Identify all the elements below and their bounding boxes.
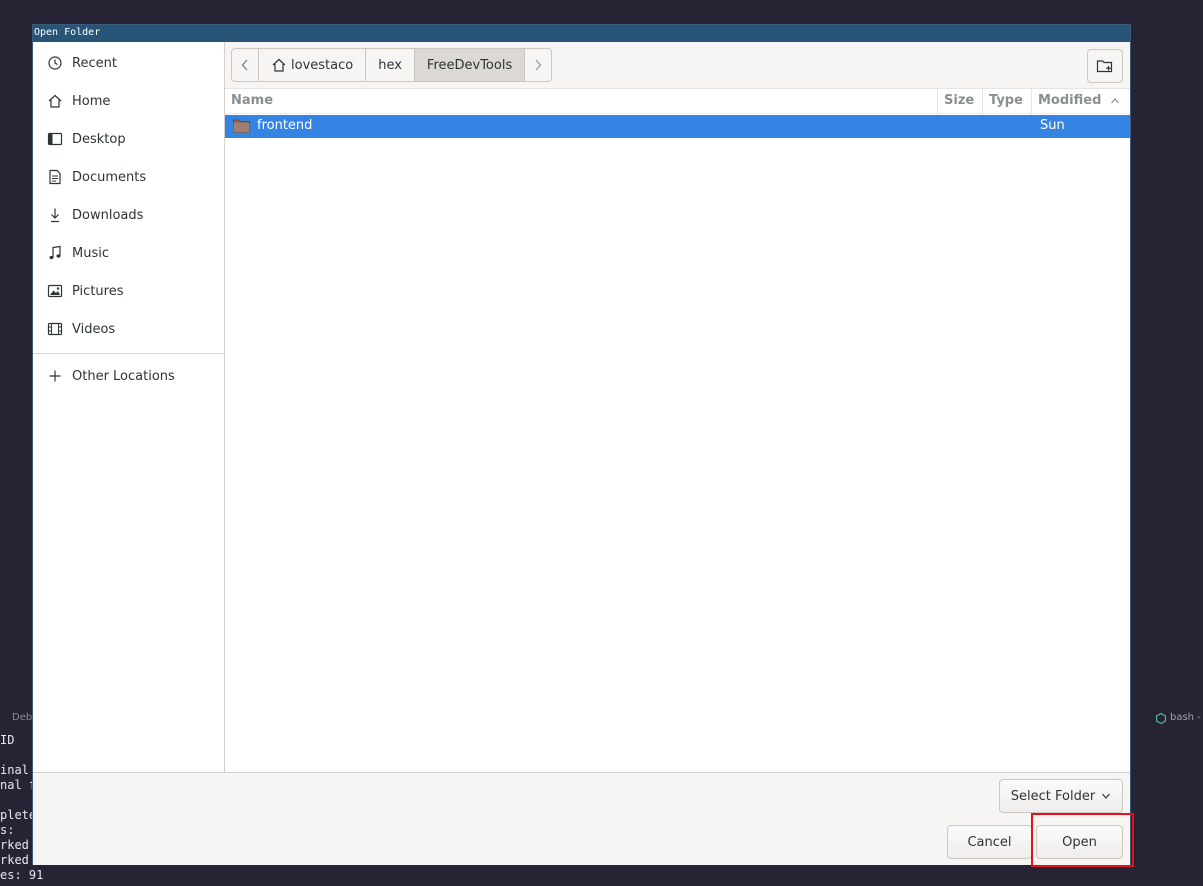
clock-icon [47,55,63,71]
breadcrumb-item[interactable]: hex [366,49,415,81]
sidebar-item-downloads[interactable]: Downloads [33,198,224,232]
picture-icon [47,283,63,299]
bash-icon [1156,713,1166,724]
file-row[interactable]: frontend Sun [225,115,1130,138]
terminal-line: ID [0,733,15,747]
breadcrumb-label: lovestaco [291,57,354,73]
terminal-line: es: 91 [0,868,44,882]
cancel-button[interactable]: Cancel [947,825,1032,859]
file-modified: Sun [1040,118,1065,133]
sidebar-item-other-locations[interactable]: Other Locations [33,359,224,393]
breadcrumb-back-button[interactable] [232,49,259,81]
sidebar-item-home[interactable]: Home [33,84,224,118]
column-header-size[interactable]: Size [938,89,983,114]
sidebar-separator [33,353,224,354]
home-icon [271,57,287,73]
music-icon [47,245,63,261]
sidebar-item-label: Home [72,93,111,109]
sidebar-item-label: Recent [72,55,117,71]
cancel-label: Cancel [967,834,1012,850]
open-label: Open [1062,834,1097,850]
document-icon [47,169,63,185]
sidebar-item-documents[interactable]: Documents [33,160,224,194]
sidebar-item-label: Desktop [72,131,126,147]
terminal-line: inal [0,763,29,777]
terminal-line: rked [0,838,29,852]
download-icon [47,207,63,223]
path-bar: lovestaco hex FreeDevTools [225,42,1130,89]
column-header-name[interactable]: Name [225,89,938,114]
terminal-panel-tab: Deb [12,712,33,723]
new-folder-icon [1096,60,1113,73]
sidebar-item-label: Videos [72,321,116,337]
terminal-line: nal f [0,778,33,792]
column-header-row: Name Size Type Modified [225,89,1130,114]
sidebar-item-recent[interactable]: Recent [33,46,224,80]
filter-label: Select Folder [1010,788,1096,804]
places-sidebar: Recent Home Desktop Documents Downloads [33,42,225,772]
sidebar-item-pictures[interactable]: Pictures [33,274,224,308]
column-header-type[interactable]: Type [983,89,1032,114]
sidebar-item-label: Pictures [72,283,124,299]
dialog-footer: Select Folder Cancel Open [33,772,1130,865]
file-browser: lovestaco hex FreeDevTools Name Size Typ… [225,42,1130,772]
column-header-modified[interactable]: Modified [1032,89,1130,114]
video-icon [47,321,63,337]
breadcrumb-item-current[interactable]: FreeDevTools [414,49,526,81]
sidebar-item-label: Music [72,245,109,261]
sidebar-item-label: Documents [72,169,147,185]
plus-icon [47,368,63,384]
terminal-line: rked [0,853,29,867]
chevron-left-icon [241,59,248,71]
sidebar-item-music[interactable]: Music [33,236,224,270]
sidebar-item-videos[interactable]: Videos [33,312,224,346]
breadcrumb-item-home[interactable]: lovestaco [259,49,367,81]
breadcrumb-forward-button[interactable] [525,49,551,81]
new-folder-button[interactable] [1087,49,1123,83]
breadcrumb: lovestaco hex FreeDevTools [231,48,553,82]
sidebar-item-label: Other Locations [72,368,175,384]
terminal-bash-tab[interactable]: bash - [1130,708,1203,728]
open-folder-dialog: Open Folder Recent Home Desktop Document… [32,24,1131,865]
window-title: Open Folder [33,25,1130,42]
chevron-down-icon [1101,792,1111,800]
bash-label: bash - [1170,712,1201,723]
terminal-line: s: [0,823,15,837]
open-button[interactable]: Open [1036,825,1123,859]
sidebar-item-label: Downloads [72,207,144,223]
home-icon [47,93,63,109]
desktop-icon [47,131,63,147]
sidebar-item-desktop[interactable]: Desktop [33,122,224,156]
chevron-right-icon [535,59,542,71]
breadcrumb-label: FreeDevTools [426,57,513,73]
filter-dropdown[interactable]: Select Folder [999,779,1123,813]
sort-ascending-icon [1110,97,1119,103]
file-name: frontend [257,118,313,133]
terminal-line: plete [0,808,33,822]
folder-icon [233,119,250,133]
breadcrumb-label: hex [378,57,402,73]
column-header-label: Modified [1038,93,1102,108]
